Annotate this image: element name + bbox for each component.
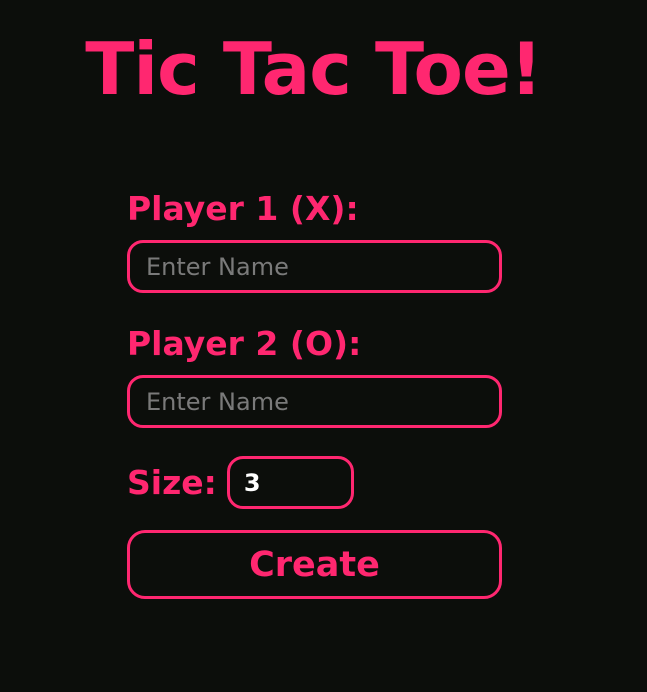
game-setup-form: Player 1 (X): Player 2 (O): Size: Create: [127, 186, 502, 599]
create-button[interactable]: Create: [127, 530, 502, 599]
size-row: Size:: [127, 456, 502, 509]
player1-name-input[interactable]: [127, 240, 502, 293]
size-label: Size:: [127, 462, 217, 502]
board-size-input[interactable]: [226, 456, 354, 509]
player1-label: Player 1 (X):: [127, 189, 359, 228]
page-title: Tic Tac Toe!: [85, 27, 542, 111]
player2-name-input[interactable]: [127, 375, 502, 428]
player2-label: Player 2 (O):: [127, 324, 362, 363]
